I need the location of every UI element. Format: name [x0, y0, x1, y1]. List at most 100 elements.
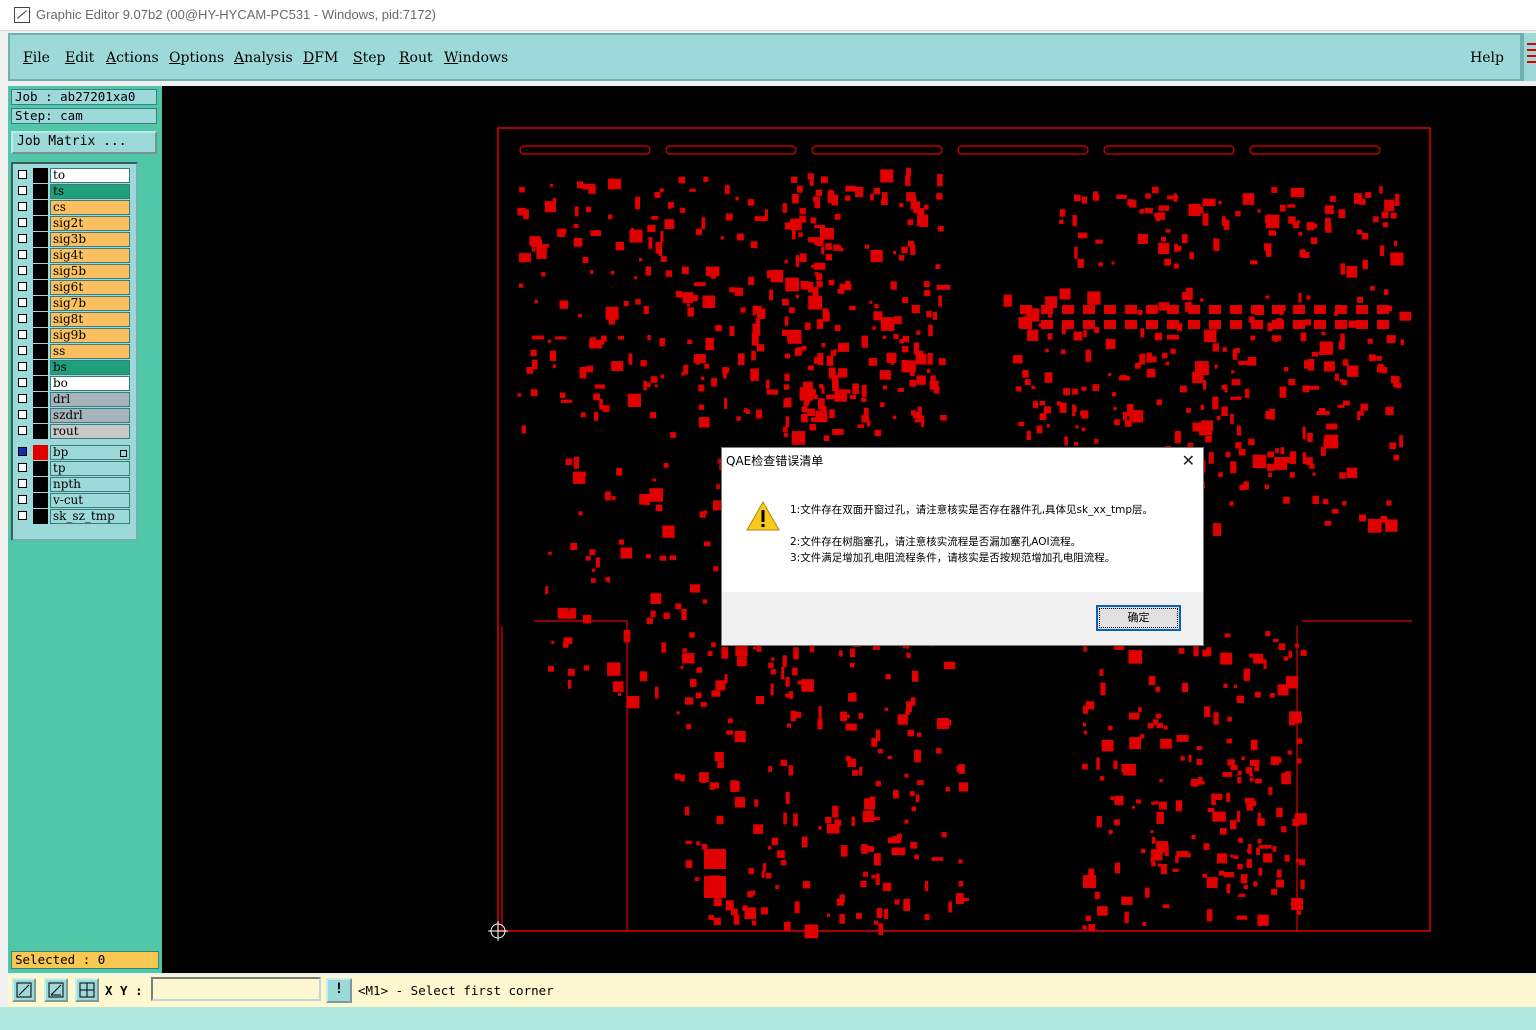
ok-button[interactable]: 确定	[1096, 605, 1181, 631]
layer-checkbox[interactable]	[18, 170, 27, 179]
layer-checkbox[interactable]	[18, 330, 27, 339]
layer-color-swatch[interactable]	[33, 296, 48, 311]
menu-edit[interactable]: Edit	[65, 50, 94, 66]
layer-color-swatch[interactable]	[33, 184, 48, 199]
layer-checkbox[interactable]	[18, 186, 27, 195]
job-matrix-button[interactable]: Job Matrix ...	[11, 131, 157, 154]
layer-name[interactable]: bs	[50, 360, 130, 375]
layer-color-swatch[interactable]	[33, 445, 48, 460]
menu-step[interactable]: Step	[353, 50, 385, 66]
layer-row-sig5b[interactable]: sig5b	[15, 264, 132, 279]
grid-snap-icon[interactable]	[75, 978, 99, 1002]
layer-name[interactable]: sig4t	[50, 248, 130, 263]
layer-color-swatch[interactable]	[33, 232, 48, 247]
graph-icon[interactable]	[1522, 33, 1536, 81]
layer-color-swatch[interactable]	[33, 477, 48, 492]
layer-name[interactable]: bo	[50, 376, 130, 391]
layer-color-swatch[interactable]	[33, 392, 48, 407]
layer-color-swatch[interactable]	[33, 344, 48, 359]
layer-color-swatch[interactable]	[33, 264, 48, 279]
layer-name[interactable]: rout	[50, 424, 130, 439]
layer-checkbox[interactable]	[18, 511, 27, 520]
layer-name[interactable]: szdrl	[50, 408, 130, 423]
layer-name[interactable]: npth	[50, 477, 130, 492]
layer-color-swatch[interactable]	[33, 328, 48, 343]
layer-row-v-cut[interactable]: v-cut	[15, 493, 132, 508]
layer-checkbox[interactable]	[18, 495, 27, 504]
layer-row-sig6t[interactable]: sig6t	[15, 280, 132, 295]
layer-name[interactable]: ts	[50, 184, 130, 199]
layer-row-sk_sz_tmp[interactable]: sk_sz_tmp	[15, 509, 132, 524]
layer-color-swatch[interactable]	[33, 280, 48, 295]
layer-checkbox[interactable]	[18, 394, 27, 403]
menu-help[interactable]: Help	[1470, 50, 1504, 66]
layer-checkbox[interactable]	[18, 234, 27, 243]
layer-color-swatch[interactable]	[33, 248, 48, 263]
layer-checkbox[interactable]	[18, 282, 27, 291]
layer-row-bo[interactable]: bo	[15, 376, 132, 391]
layer-color-swatch[interactable]	[33, 509, 48, 524]
layer-row-sig8t[interactable]: sig8t	[15, 312, 132, 327]
layer-checkbox[interactable]	[18, 410, 27, 419]
layer-row-szdrl[interactable]: szdrl	[15, 408, 132, 423]
menu-rout[interactable]: Rout	[399, 50, 433, 66]
layer-checkbox[interactable]	[18, 447, 27, 456]
layer-name[interactable]: sig3b	[50, 232, 130, 247]
layer-checkbox[interactable]	[18, 426, 27, 435]
layer-name[interactable]: cs	[50, 200, 130, 215]
layer-color-swatch[interactable]	[33, 376, 48, 391]
layer-name[interactable]: sig2t	[50, 216, 130, 231]
layer-name[interactable]: to	[50, 168, 130, 183]
layer-checkbox[interactable]	[18, 314, 27, 323]
layer-color-swatch[interactable]	[33, 168, 48, 183]
layer-row-drl[interactable]: drl	[15, 392, 132, 407]
layer-checkbox[interactable]	[18, 479, 27, 488]
layer-name[interactable]: sig7b	[50, 296, 130, 311]
layer-name[interactable]: drl	[50, 392, 130, 407]
layer-row-bp[interactable]: bp	[15, 445, 132, 460]
menu-actions[interactable]: Actions	[106, 50, 159, 66]
layer-row-sig4t[interactable]: sig4t	[15, 248, 132, 263]
layer-name[interactable]: v-cut	[50, 493, 130, 508]
xy-input[interactable]	[151, 977, 321, 1001]
layer-color-swatch[interactable]	[33, 216, 48, 231]
layer-row-ts[interactable]: ts	[15, 184, 132, 199]
layer-row-ss[interactable]: ss	[15, 344, 132, 359]
layer-checkbox[interactable]	[18, 346, 27, 355]
layer-checkbox[interactable]	[18, 218, 27, 227]
zoom-box-icon[interactable]	[12, 978, 36, 1002]
layer-color-swatch[interactable]	[33, 312, 48, 327]
layer-name[interactable]: sig6t	[50, 280, 130, 295]
layer-name[interactable]: sig8t	[50, 312, 130, 327]
measure-icon[interactable]	[44, 978, 68, 1002]
layer-row-npth[interactable]: npth	[15, 477, 132, 492]
layer-row-sig9b[interactable]: sig9b	[15, 328, 132, 343]
layer-name[interactable]: sk_sz_tmp	[50, 509, 130, 524]
layer-name[interactable]: tp	[50, 461, 130, 476]
layer-checkbox[interactable]	[18, 378, 27, 387]
layer-name[interactable]: sig5b	[50, 264, 130, 279]
info-button[interactable]: !	[326, 978, 352, 1003]
layer-checkbox[interactable]	[18, 298, 27, 307]
layer-row-tp[interactable]: tp	[15, 461, 132, 476]
layer-row-sig2t[interactable]: sig2t	[15, 216, 132, 231]
layer-color-swatch[interactable]	[33, 200, 48, 215]
layer-checkbox[interactable]	[18, 362, 27, 371]
layer-name[interactable]: ss	[50, 344, 130, 359]
layer-row-to[interactable]: to	[15, 168, 132, 183]
layer-row-sig7b[interactable]: sig7b	[15, 296, 132, 311]
layer-row-rout[interactable]: rout	[15, 424, 132, 439]
close-icon[interactable]: ✕	[1182, 451, 1195, 470]
layer-color-swatch[interactable]	[33, 461, 48, 476]
layer-color-swatch[interactable]	[33, 408, 48, 423]
layer-checkbox[interactable]	[18, 266, 27, 275]
menu-windows[interactable]: Windows	[444, 50, 508, 66]
layer-row-bs[interactable]: bs	[15, 360, 132, 375]
layer-row-cs[interactable]: cs	[15, 200, 132, 215]
layer-row-sig3b[interactable]: sig3b	[15, 232, 132, 247]
layer-color-swatch[interactable]	[33, 493, 48, 508]
menu-dfm[interactable]: DFM	[303, 50, 338, 66]
layer-checkbox[interactable]	[18, 250, 27, 259]
layer-color-swatch[interactable]	[33, 424, 48, 439]
layer-color-swatch[interactable]	[33, 360, 48, 375]
